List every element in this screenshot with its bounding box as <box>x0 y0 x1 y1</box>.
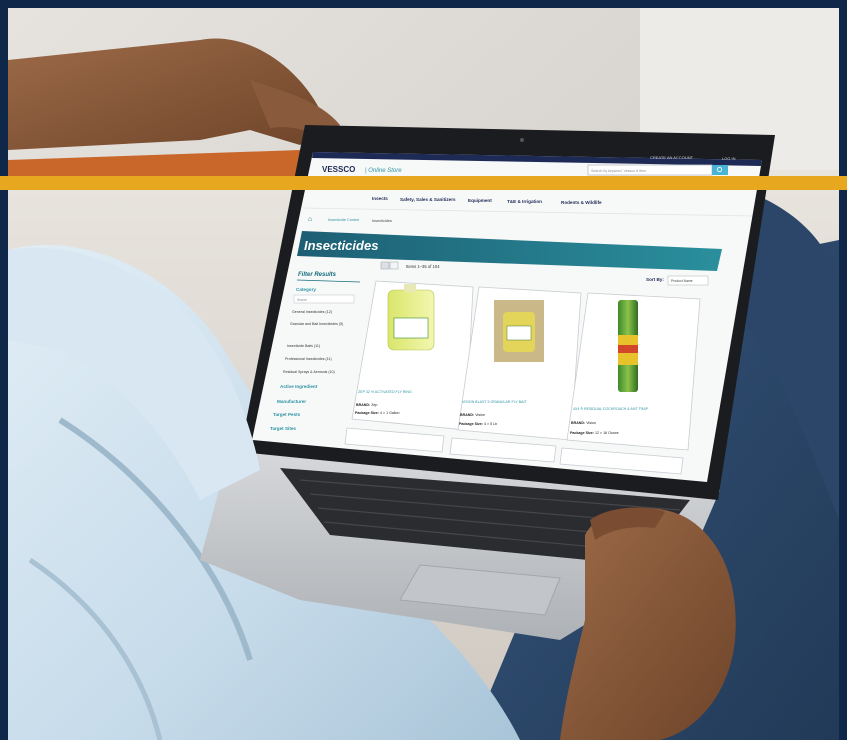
category-option-1[interactable]: General Insecticides (12) <box>292 310 332 314</box>
grid-view-toggle[interactable] <box>380 261 390 270</box>
filter-active-ingredient[interactable]: Active Ingredient <box>280 384 318 389</box>
product-name-3[interactable]: 4X4 ® RESIDUAL COCKROACH & ANT TRAP <box>573 407 649 411</box>
product-3-band <box>618 345 638 353</box>
nav-insects[interactable]: Insects <box>372 196 388 201</box>
breadcrumb-2: Insecticides <box>372 219 392 223</box>
nav-rodents[interactable]: Rodents & Wildlife <box>561 200 602 205</box>
category-option-3[interactable]: Insecticide Baits (11) <box>287 344 320 348</box>
filter-category-label[interactable]: Category <box>296 287 316 292</box>
product-pkg-3: Package Size: 12 × 16 Ounce <box>570 431 619 435</box>
product-brand-2: BRAND: Vision <box>460 413 485 417</box>
nav-safety[interactable]: Safety, Sales & Sanitizers <box>400 197 456 202</box>
nav-equipment[interactable]: Equipment <box>468 198 492 203</box>
breadcrumb-1[interactable]: Insecticide Control <box>328 218 359 222</box>
top-link-create[interactable]: CREATE AN ACCOUNT <box>650 155 694 160</box>
photo-stage: CREATE AN ACCOUNT LOG IN VESSCO | Online… <box>0 0 847 740</box>
product-pkg-2: Package Size: 4 × 5 Lb <box>459 422 497 426</box>
nav-irrigation[interactable]: T&E & Irrigation <box>507 199 542 204</box>
search-placeholder: Search by keyword, Vessco # item <box>591 169 646 173</box>
sort-label: Sort By: <box>646 277 664 282</box>
category-option-5[interactable]: Residual Sprays & Aerosols (10) <box>283 370 335 374</box>
home-icon[interactable]: ⌂ <box>308 216 312 223</box>
category-option-4[interactable]: Professional Insecticides (11) <box>285 357 332 361</box>
product-brand-1: BRAND: Zep <box>356 403 377 407</box>
sort-select-value: Product Name <box>671 279 693 283</box>
list-view-toggle[interactable] <box>389 261 399 270</box>
webcam <box>520 138 524 142</box>
product-pkg-1: Package Size: 4 × 1 Gallon <box>355 411 399 415</box>
product-1-cap <box>404 284 416 292</box>
product-card-2[interactable]: VISION BLAST 5 GRANULAR FLY BAIT BRAND: … <box>457 286 582 441</box>
page-title: Insecticides <box>304 238 378 253</box>
top-link-login[interactable]: LOG IN <box>722 156 736 161</box>
gold-band <box>0 176 847 190</box>
lower-hand <box>560 508 736 740</box>
search-button[interactable] <box>712 165 728 175</box>
filter-manufacturer[interactable]: Manufacturer <box>277 399 306 404</box>
product-card-3[interactable]: 4X4 ® RESIDUAL COCKROACH & ANT TRAP BRAN… <box>566 292 701 451</box>
photo: CREATE AN ACCOUNT LOG IN VESSCO | Online… <box>0 0 847 740</box>
filter-target-sites[interactable]: Target Sites <box>270 426 296 431</box>
brand-suffix: | Online Store <box>365 168 402 174</box>
category-search-placeholder: Search <box>297 298 307 302</box>
product-1-label <box>393 317 429 339</box>
product-name-2[interactable]: VISION BLAST 5 GRANULAR FLY BAIT <box>462 400 528 404</box>
results-count: Items 1–35 of 104 <box>406 264 440 269</box>
filter-title: Filter Results <box>298 272 337 278</box>
product-2-label <box>506 325 532 341</box>
category-option-2[interactable]: Granular and Bait Insecticides (5) <box>290 322 343 326</box>
product-brand-3: BRAND: Vision <box>571 421 596 425</box>
filter-target-pests[interactable]: Target Pests <box>273 412 301 417</box>
brand-logo[interactable]: VESSCO <box>322 165 355 174</box>
product-name-1[interactable]: ZEP 32 % ACTIVATED FLY RING <box>358 390 412 394</box>
